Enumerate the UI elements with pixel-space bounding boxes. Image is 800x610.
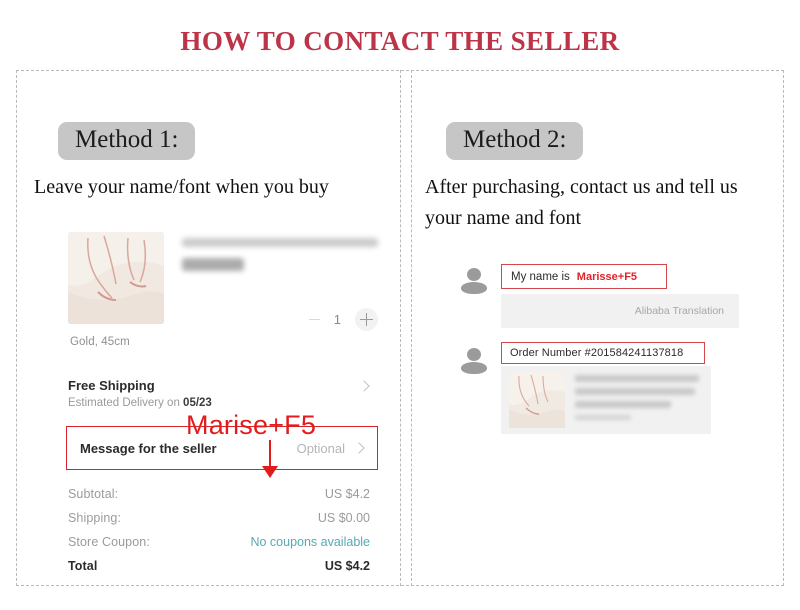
method-1-badge: Method 1: [58, 122, 196, 161]
avatar-head-icon [467, 268, 481, 281]
chat-screenshot-mock: My name is Marisse+F5 Alibaba Translatio… [459, 262, 739, 462]
summary-label: Store Coupon: [68, 535, 150, 549]
method-2-description: After purchasing, contact us and tell us… [425, 176, 738, 229]
method-1-panel: Method 1: Leave your name/font when you … [16, 70, 401, 586]
plus-icon[interactable] [355, 308, 378, 331]
avatar-body-icon [461, 282, 487, 294]
product-thumbnail [68, 232, 164, 324]
product-variant-label: Gold, 45cm [70, 336, 130, 348]
chat-message-order-bubble: Order Number #201584241137818 [501, 342, 705, 364]
summary-value: US $4.2 [324, 559, 370, 573]
chat-message-name-value: Marisse+F5 [576, 270, 638, 283]
chevron-right-icon [353, 442, 365, 454]
summary-value: US $4.2 [324, 487, 370, 501]
order-summary: Subtotal: US $4.2 Shipping: US $0.00 Sto… [68, 482, 370, 578]
product-price-blurred [182, 258, 244, 271]
translation-label: Alibaba Translation [634, 305, 724, 317]
chat-message-name-prefix: My name is [511, 270, 570, 283]
shipping-estimate-date: 05/23 [183, 397, 212, 409]
summary-row: Store Coupon: No coupons available [68, 530, 370, 554]
summary-value: US $0.00 [317, 511, 370, 525]
method-2-panel: Method 2: After purchasing, contact us a… [411, 70, 784, 586]
shipping-estimate: Estimated Delivery on 05/23 [68, 397, 370, 409]
summary-value-coupon-link[interactable]: No coupons available [250, 535, 370, 549]
message-for-seller-placeholder: Optional [296, 440, 345, 456]
page-title: HOW TO CONTACT THE SELLER [180, 26, 620, 56]
shipping-row[interactable]: Free Shipping Estimated Delivery on 05/2… [68, 378, 370, 409]
minus-icon[interactable] [308, 318, 320, 321]
product-title-blurred [182, 238, 378, 247]
necklace-photo-illustration [509, 372, 565, 428]
message-for-seller-label: Message for the seller [80, 440, 217, 456]
necklace-photo-illustration [68, 232, 164, 324]
chat-message-order-text: Order Number #201584241137818 [510, 347, 684, 359]
summary-row-total: Total US $4.2 [68, 554, 370, 578]
chat-card-line-2-blurred [575, 388, 695, 395]
chat-message-name-bubble: My name is Marisse+F5 [501, 264, 667, 289]
avatar-head-icon [467, 348, 481, 361]
quantity-value: 1 [333, 312, 341, 327]
summary-label: Shipping: [68, 511, 122, 525]
method-1-description: Leave your name/font when you buy [34, 176, 329, 198]
chat-card-line-4-blurred [575, 415, 631, 420]
quantity-stepper[interactable]: 1 [308, 308, 378, 331]
avatar [459, 346, 489, 376]
annotation-arrow-head-icon [262, 466, 278, 478]
method-2-badge: Method 2: [446, 122, 584, 161]
chat-product-thumbnail [509, 372, 565, 428]
shipping-estimate-prefix: Estimated Delivery on [68, 397, 184, 409]
summary-label: Total [68, 559, 98, 573]
chat-card-line-1-blurred [575, 375, 699, 382]
avatar [459, 266, 489, 296]
summary-row: Shipping: US $0.00 [68, 506, 370, 530]
shipping-title: Free Shipping [68, 378, 155, 393]
chat-product-card [501, 366, 711, 434]
summary-label: Subtotal: [68, 487, 119, 501]
avatar-body-icon [461, 362, 487, 374]
translation-bubble: Alibaba Translation [501, 294, 739, 328]
summary-row: Subtotal: US $4.2 [68, 482, 370, 506]
chat-card-line-3-blurred [575, 401, 671, 408]
annotation-name-font-text: Marise+F5 [186, 410, 317, 440]
cart-screenshot-mock: Gold, 45cm 1 Free Shipping Estimated Del… [54, 230, 384, 573]
